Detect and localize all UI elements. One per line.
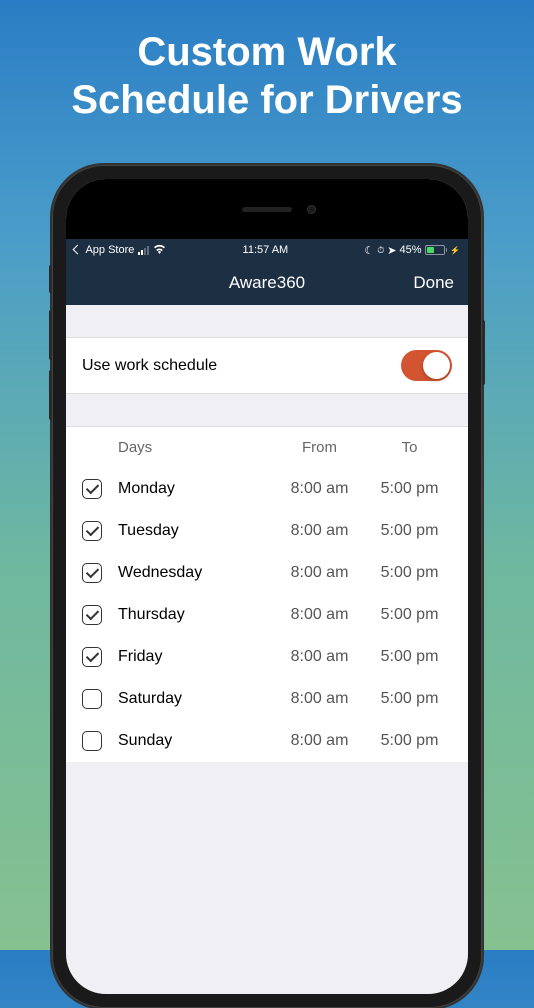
day-label: Saturday: [118, 690, 272, 708]
promo-title: Custom Work Schedule for Drivers: [0, 0, 534, 124]
phone-power-button: [482, 320, 485, 385]
to-time[interactable]: 5:00 pm: [367, 732, 452, 750]
schedule-row: Thursday8:00 am5:00 pm: [66, 594, 468, 636]
nav-title: Aware360: [229, 273, 305, 293]
status-left: App Store: [74, 244, 166, 257]
schedule-row: Sunday8:00 am5:00 pm: [66, 720, 468, 762]
phone-screen: App Store 11:57 AM ☾ ⏱ ➤ 45%: [66, 179, 468, 994]
location-icon: ➤: [387, 244, 396, 257]
toggle-label: Use work schedule: [82, 357, 217, 375]
nav-bar: Aware360 Done: [66, 261, 468, 305]
status-right: ☾ ⏱ ➤ 45% ⚡: [364, 244, 460, 257]
schedule-table: Days From To Monday8:00 am5:00 pmTuesday…: [66, 426, 468, 762]
schedule-row: Wednesday8:00 am5:00 pm: [66, 552, 468, 594]
from-time[interactable]: 8:00 am: [272, 690, 367, 708]
from-time[interactable]: 8:00 am: [272, 522, 367, 540]
day-checkbox[interactable]: [82, 521, 102, 541]
wifi-icon: [153, 244, 166, 257]
to-time[interactable]: 5:00 pm: [367, 564, 452, 582]
day-checkbox[interactable]: [82, 647, 102, 667]
phone-bezel-top: [66, 179, 468, 239]
day-checkbox[interactable]: [82, 479, 102, 499]
to-time[interactable]: 5:00 pm: [367, 522, 452, 540]
from-time[interactable]: 8:00 am: [272, 732, 367, 750]
phone-volume-up-button: [49, 310, 52, 360]
to-time[interactable]: 5:00 pm: [367, 690, 452, 708]
schedule-row: Tuesday8:00 am5:00 pm: [66, 510, 468, 552]
promo-line1: Custom Work: [0, 28, 534, 76]
from-time[interactable]: 8:00 am: [272, 606, 367, 624]
day-label: Sunday: [118, 732, 272, 750]
from-time[interactable]: 8:00 am: [272, 648, 367, 666]
status-time: 11:57 AM: [243, 244, 289, 256]
signal-icon: [138, 246, 149, 255]
chevron-left-icon: [73, 245, 83, 255]
content-area: Use work schedule Days From To Monday8:0…: [66, 337, 468, 762]
to-time[interactable]: 5:00 pm: [367, 606, 452, 624]
done-button[interactable]: Done: [413, 273, 454, 293]
day-checkbox[interactable]: [82, 605, 102, 625]
work-schedule-toggle[interactable]: [401, 350, 452, 381]
back-to-app[interactable]: App Store: [74, 244, 134, 256]
back-label: App Store: [85, 244, 134, 256]
header-to: To: [367, 439, 452, 456]
status-bar: App Store 11:57 AM ☾ ⏱ ➤ 45%: [66, 239, 468, 261]
schedule-row: Monday8:00 am5:00 pm: [66, 468, 468, 510]
day-label: Monday: [118, 480, 272, 498]
promo-line2: Schedule for Drivers: [0, 76, 534, 124]
day-label: Friday: [118, 648, 272, 666]
schedule-header-row: Days From To: [66, 427, 468, 468]
toggle-knob: [423, 352, 450, 379]
toggle-section: Use work schedule: [66, 337, 468, 394]
schedule-row: Friday8:00 am5:00 pm: [66, 636, 468, 678]
day-checkbox[interactable]: [82, 731, 102, 751]
to-time[interactable]: 5:00 pm: [367, 648, 452, 666]
charging-icon: ⚡: [450, 246, 460, 255]
phone-camera: [307, 205, 316, 214]
header-from: From: [272, 439, 367, 456]
header-days: Days: [118, 439, 272, 456]
alarm-icon: ⏱: [377, 245, 384, 256]
phone-volume-down-button: [49, 370, 52, 420]
phone-mute-button: [49, 265, 52, 293]
to-time[interactable]: 5:00 pm: [367, 480, 452, 498]
day-label: Wednesday: [118, 564, 272, 582]
schedule-row: Saturday8:00 am5:00 pm: [66, 678, 468, 720]
day-checkbox[interactable]: [82, 563, 102, 583]
day-checkbox[interactable]: [82, 689, 102, 709]
phone-frame: App Store 11:57 AM ☾ ⏱ ➤ 45%: [52, 165, 482, 1008]
do-not-disturb-icon: ☾: [364, 244, 374, 257]
day-label: Tuesday: [118, 522, 272, 540]
battery-icon: [425, 245, 448, 255]
from-time[interactable]: 8:00 am: [272, 480, 367, 498]
phone-speaker: [242, 207, 292, 212]
day-label: Thursday: [118, 606, 272, 624]
battery-text: 45%: [399, 244, 421, 256]
from-time[interactable]: 8:00 am: [272, 564, 367, 582]
